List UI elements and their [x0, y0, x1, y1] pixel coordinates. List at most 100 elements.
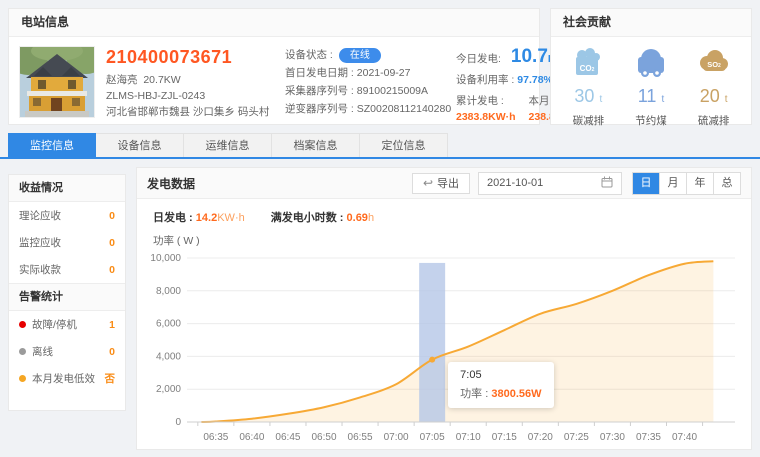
svg-text:07:10: 07:10: [456, 432, 481, 443]
range-total-button[interactable]: 总: [713, 173, 740, 194]
first-generation-date: 2021-09-27: [357, 64, 411, 82]
station-photo: [19, 46, 95, 118]
svg-text:2,000: 2,000: [156, 384, 181, 395]
chart-panel-title: 发电数据: [147, 175, 412, 192]
sidebar-panel: 收益情况 理论应收 0 监控应收 0 实际收款 0 告警统计 故障/停机 1 离…: [8, 174, 126, 411]
so2-value: 20: [700, 86, 720, 106]
svg-text:06:55: 06:55: [348, 432, 373, 443]
house-illustration: [20, 47, 94, 117]
svg-text:07:20: 07:20: [528, 432, 553, 443]
chart-tooltip: 7:05 功率 : 3800.56W: [448, 362, 553, 408]
tooltip-time: 7:05: [460, 369, 541, 381]
revenue-section-title: 收益情况: [9, 175, 125, 202]
coal-label: 节约煤: [621, 113, 681, 128]
date-value: 2021-10-01: [487, 177, 601, 189]
svg-text:07:30: 07:30: [600, 432, 625, 443]
tab-monitoring[interactable]: 监控信息: [8, 133, 96, 158]
range-month-button[interactable]: 月: [659, 173, 686, 194]
station-panel-title: 电站信息: [9, 9, 539, 37]
full-generation-hours-stat: 满发电小时数 : 0.69h: [271, 209, 374, 225]
station-info-panel: 电站信息: [8, 8, 540, 125]
alarm-section-title: 告警统计: [9, 283, 125, 311]
export-button[interactable]: ↩ 导出: [412, 173, 470, 194]
alarm-row-low-efficiency: 本月发电低效 否: [9, 365, 125, 392]
tab-underline: [0, 157, 760, 159]
export-icon: ↩: [423, 177, 433, 189]
fault-dot-icon: [19, 321, 26, 328]
range-year-button[interactable]: 年: [686, 173, 713, 194]
tooltip-label: 功率 :: [460, 388, 488, 400]
inverter-serial: SZ00208112140280: [357, 100, 451, 118]
co2-reduction-item: CO2 30 t 碳减排: [558, 45, 618, 128]
device-status-label: 设备状态 :: [285, 46, 333, 64]
svg-text:10,000: 10,000: [150, 253, 181, 264]
svg-text:07:25: 07:25: [564, 432, 589, 443]
tab-location[interactable]: 定位信息: [360, 133, 448, 158]
range-day-button[interactable]: 日: [633, 173, 659, 194]
coal-saving-item: 11 t 节约煤: [621, 45, 681, 128]
coal-saving-icon: [632, 45, 670, 81]
y-axis-title: 功率 ( W ): [137, 225, 751, 248]
tab-operations[interactable]: 运维信息: [184, 133, 272, 158]
station-address: 河北省邯郸市魏县 沙口集乡 码头村: [106, 104, 274, 120]
svg-text:07:00: 07:00: [384, 432, 409, 443]
svg-text:6,000: 6,000: [156, 319, 181, 330]
chart-canvas[interactable]: 0 2,000 4,000 6,000 8,000 10,000 06:35 06:40 06:…: [141, 250, 741, 450]
tab-archives[interactable]: 档案信息: [272, 133, 360, 158]
station-capacity: 20.7KW: [143, 74, 180, 86]
power-area-chart[interactable]: 0 2,000 4,000 6,000 8,000 10,000 06:35 06:40 06:…: [141, 250, 747, 455]
svg-text:06:35: 06:35: [203, 432, 228, 443]
low-efficiency-dot-icon: [19, 375, 26, 382]
collector-serial: 89100215009A: [357, 82, 428, 100]
social-contribution-panel: 社会贡献 CO2 30 t 碳减排: [550, 8, 752, 125]
utilization-value: 97.78%: [517, 74, 553, 86]
coal-value: 11: [638, 86, 657, 106]
svg-text:07:40: 07:40: [672, 432, 697, 443]
so2-label: 硫减排: [684, 113, 744, 128]
revenue-row-theoretical: 理论应收 0: [9, 202, 125, 229]
device-status-row: 设备状态 : 在线: [285, 46, 445, 64]
svg-text:0: 0: [175, 417, 181, 428]
revenue-row-actual: 实际收款 0: [9, 256, 125, 283]
range-selector: 日 月 年 总: [632, 172, 741, 195]
first-generation-date-row: 首日发电日期 : 2021-09-27: [285, 64, 445, 82]
contribution-panel-title: 社会贡献: [551, 9, 751, 37]
co2-label: 碳减排: [558, 113, 618, 128]
so2-reduction-item: SO2 20 t 硫减排: [684, 45, 744, 128]
svg-text:06:50: 06:50: [311, 432, 336, 443]
svg-text:07:15: 07:15: [492, 432, 517, 443]
svg-text:07:35: 07:35: [636, 432, 661, 443]
total-generation-stat: 累计发电 : 2383.8KW·h: [456, 93, 516, 123]
svg-text:4,000: 4,000: [156, 351, 181, 362]
offline-dot-icon: [19, 348, 26, 355]
tooltip-value: 3800.56W: [491, 388, 541, 400]
alarm-row-fault: 故障/停机 1: [9, 311, 125, 338]
tab-devices[interactable]: 设备信息: [96, 133, 184, 158]
inverter-serial-row: 逆变器序列号 : SZ00208112140280: [285, 100, 445, 118]
revenue-row-monitored: 监控应收 0: [9, 229, 125, 256]
svg-text:06:40: 06:40: [239, 432, 264, 443]
station-code: ZLMS-HBJ-ZJL-0243: [106, 88, 274, 104]
alarm-row-offline: 离线 0: [9, 338, 125, 365]
daily-generation-stat: 日发电 : 14.2KW·h: [153, 209, 245, 225]
so2-unit: t: [725, 94, 728, 105]
svg-text:06:45: 06:45: [275, 432, 300, 443]
calendar-icon[interactable]: [601, 176, 613, 191]
utilization-label: 设备利用率 :: [456, 74, 514, 86]
online-status-badge: 在线: [339, 48, 381, 63]
so2-reduction-icon: SO2: [695, 45, 733, 81]
today-generation-value: 10.7: [511, 46, 548, 68]
co2-reduction-icon: CO2: [569, 45, 607, 81]
collector-serial-row: 采集器序列号 : 89100215009A: [285, 82, 445, 100]
page: 电站信息: [0, 0, 760, 457]
station-owner: 赵海亮: [106, 74, 138, 86]
svg-text:07:05: 07:05: [420, 432, 445, 443]
generation-data-panel: 发电数据 ↩ 导出 2021-10-01 日 月 年 总 日发电 : 14.2: [136, 167, 752, 450]
svg-text:8,000: 8,000: [156, 286, 181, 297]
date-picker[interactable]: 2021-10-01: [478, 172, 622, 195]
today-generation-label: 今日发电:: [456, 51, 501, 66]
coal-unit: t: [661, 94, 664, 105]
co2-unit: t: [599, 94, 602, 105]
station-id: 210400073671: [106, 47, 274, 68]
co2-value: 30: [574, 86, 594, 106]
